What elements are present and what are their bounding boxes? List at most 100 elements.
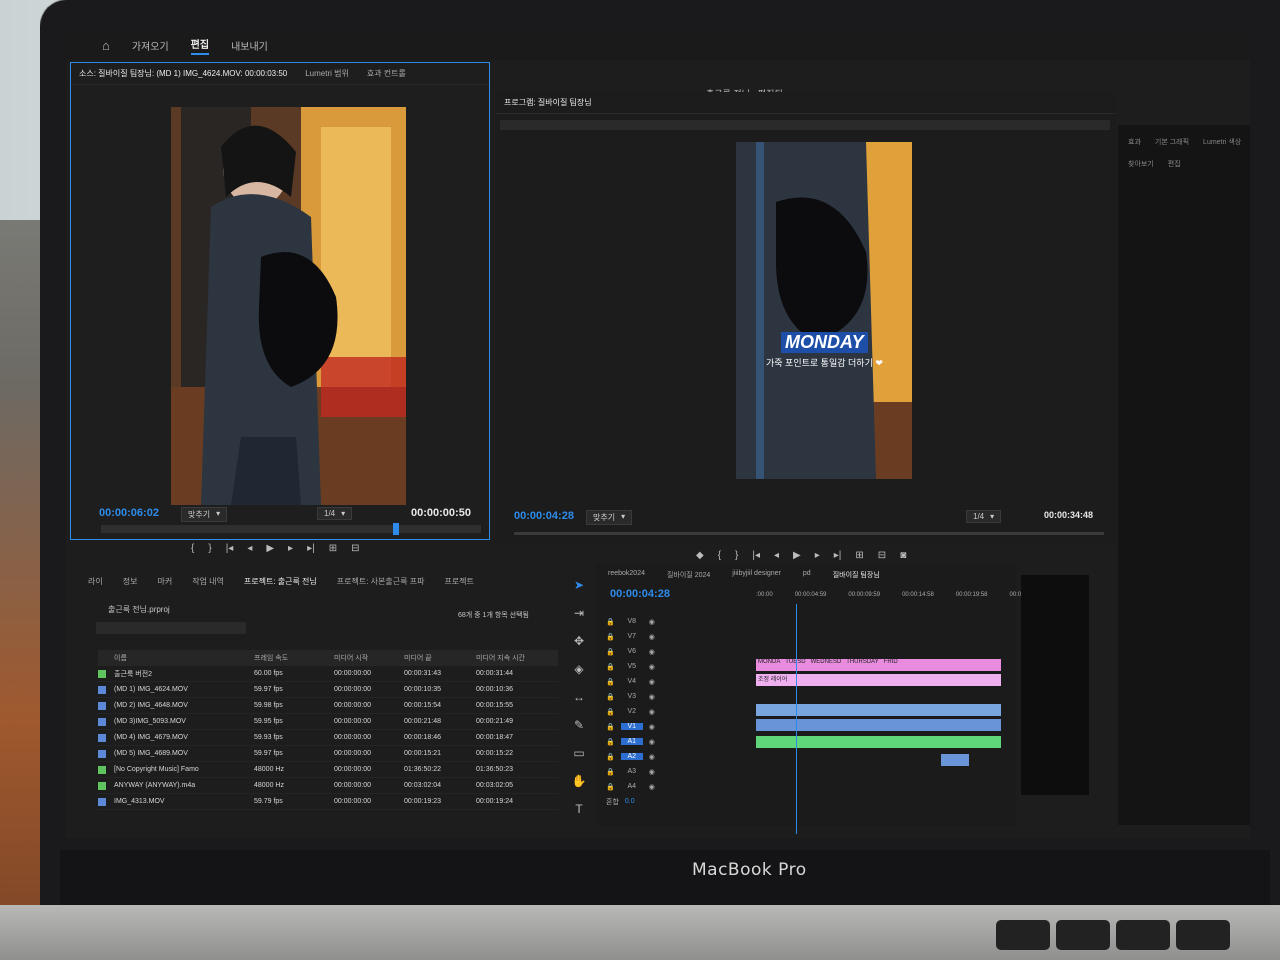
clip-adjustment-layer[interactable]: 조정 레이어 bbox=[756, 674, 1001, 686]
camera-icon[interactable]: ◙ bbox=[900, 550, 906, 561]
track-header[interactable]: 🔒 V4 ◉ bbox=[606, 674, 756, 689]
track-header[interactable]: 🔒 A2 ◉ bbox=[606, 749, 756, 764]
track-header[interactable]: 🔒 V3 ◉ bbox=[606, 689, 756, 704]
clip-day-titles[interactable]: MONDA TUESD WEDNESD THURSDAY FRID bbox=[756, 659, 1001, 671]
insert-icon[interactable]: ⊞ bbox=[329, 543, 337, 554]
tab-source[interactable]: 소스: 질바이질 팀장님: (MD 1) IMG_4624.MOV: 00:00… bbox=[79, 68, 287, 79]
program-fit-select[interactable]: 맞추기 ▾ bbox=[586, 510, 633, 525]
source-scrubber[interactable] bbox=[101, 523, 481, 535]
tab-lumetri-scopes[interactable]: Lumetri 범위 bbox=[305, 68, 349, 79]
selection-tool-icon[interactable]: ➤ bbox=[574, 578, 584, 592]
lock-icon[interactable]: 🔒 bbox=[606, 753, 615, 761]
table-row[interactable]: (MD 1) IMG_4624.MOV 59.97 fps 00:00:00:0… bbox=[98, 682, 558, 698]
eye-icon[interactable]: ◉ bbox=[649, 618, 655, 626]
hand-icon[interactable]: ✋ bbox=[572, 774, 587, 788]
tab-essential-graphics[interactable]: 기본 그래픽 bbox=[1155, 137, 1189, 147]
tab-project-more[interactable]: 프로젝트 bbox=[444, 576, 473, 587]
program-ratio-select[interactable]: 1/4 ▾ bbox=[966, 510, 1002, 523]
mix-track[interactable]: 혼합 0.0 bbox=[606, 794, 756, 809]
mark-in-icon[interactable]: { bbox=[718, 550, 721, 561]
tab-project-copy[interactable]: 프로젝트: 사본출근룩 프파 bbox=[337, 576, 425, 587]
source-monitor[interactable]: 소스: 질바이질 팀장님: (MD 1) IMG_4624.MOV: 00:00… bbox=[70, 62, 490, 554]
source-fit-select[interactable]: 맞추기 ▾ bbox=[181, 507, 228, 522]
step-forward-icon[interactable]: ▸ bbox=[288, 543, 293, 554]
project-search-input[interactable] bbox=[96, 622, 246, 634]
ripple-edit-icon[interactable]: ✥ bbox=[574, 634, 584, 648]
mark-out-icon[interactable]: } bbox=[208, 543, 211, 554]
track-label[interactable]: A1 bbox=[620, 738, 643, 745]
table-row[interactable]: 출근룩 버전2 60.00 fps 00:00:00:00 00:00:31:4… bbox=[98, 666, 558, 682]
column-end[interactable]: 미디어 끝 bbox=[404, 653, 476, 663]
tab-sequence-2[interactable]: 질바이질 2024 bbox=[667, 570, 710, 580]
pen-icon[interactable]: ✎ bbox=[574, 718, 584, 732]
lift-icon[interactable]: ⊞ bbox=[855, 550, 863, 561]
track-label[interactable]: V5 bbox=[621, 663, 643, 670]
column-duration[interactable]: 미디어 지속 시간 bbox=[476, 653, 548, 663]
table-row[interactable]: (MD 3)IMG_5093.MOV 59.95 fps 00:00:00:00… bbox=[98, 714, 558, 730]
tab-sequence-1[interactable]: reebok2024 bbox=[608, 570, 645, 580]
tab-program[interactable]: 프로그램: 질바이질 팀장님 bbox=[504, 97, 592, 108]
track-label[interactable]: A4 bbox=[621, 783, 643, 790]
tab-library[interactable]: 라이 bbox=[88, 576, 103, 587]
extract-icon[interactable]: ⊟ bbox=[878, 550, 886, 561]
track-header[interactable]: 🔒 V1 ◉ bbox=[606, 719, 756, 734]
play-icon[interactable]: ▶ bbox=[266, 543, 274, 554]
track-label[interactable]: V2 bbox=[621, 708, 643, 715]
eye-icon[interactable]: ◉ bbox=[649, 738, 655, 746]
lock-icon[interactable]: 🔒 bbox=[606, 678, 615, 686]
lock-icon[interactable]: 🔒 bbox=[606, 618, 615, 626]
table-row[interactable]: [No Copyright Music] Famo 48000 Hz 00:00… bbox=[98, 762, 558, 778]
tab-project-main[interactable]: 프로젝트: 출근룩 전님 bbox=[244, 576, 317, 587]
lock-icon[interactable]: 🔒 bbox=[606, 663, 615, 671]
home-icon[interactable]: ⌂ bbox=[102, 38, 110, 53]
lock-icon[interactable]: 🔒 bbox=[606, 738, 615, 746]
eye-icon[interactable]: ◉ bbox=[649, 678, 655, 686]
column-fps[interactable]: 프레임 속도 bbox=[254, 653, 334, 663]
tab-sequence-5[interactable]: 질바이질 팀장님 bbox=[833, 570, 880, 580]
clip-v2[interactable] bbox=[756, 704, 1001, 716]
track-header[interactable]: 🔒 V5 ◉ bbox=[606, 659, 756, 674]
lock-icon[interactable]: 🔒 bbox=[606, 783, 615, 791]
source-timecode-out[interactable]: 00:00:00:50 bbox=[411, 507, 471, 519]
eye-icon[interactable]: ◉ bbox=[649, 783, 655, 791]
program-scrubber[interactable] bbox=[514, 532, 1104, 535]
track-label[interactable]: A3 bbox=[621, 768, 643, 775]
rectangle-icon[interactable]: ▭ bbox=[573, 746, 584, 760]
go-to-in-icon[interactable]: |◂ bbox=[752, 550, 760, 561]
tab-sequence-3[interactable]: jiiibyjiil designer bbox=[732, 570, 781, 580]
menu-export[interactable]: 내보내기 bbox=[231, 38, 268, 53]
source-ratio-select[interactable]: 1/4 ▾ bbox=[317, 507, 353, 520]
tab-effect-controls[interactable]: 효과 컨트롤 bbox=[367, 68, 406, 79]
track-header[interactable]: 🔒 V7 ◉ bbox=[606, 629, 756, 644]
column-name[interactable]: 이름 bbox=[114, 653, 254, 663]
table-row[interactable]: (MD 5) IMG_4689.MOV 59.97 fps 00:00:00:0… bbox=[98, 746, 558, 762]
table-row[interactable]: (MD 2) IMG_4648.MOV 59.98 fps 00:00:00:0… bbox=[98, 698, 558, 714]
eye-icon[interactable]: ◉ bbox=[649, 693, 655, 701]
play-icon[interactable]: ▶ bbox=[793, 550, 801, 561]
table-row[interactable]: IMG_4313.MOV 59.79 fps 00:00:00:00 00:00… bbox=[98, 794, 558, 810]
track-header[interactable]: 🔒 V6 ◉ bbox=[606, 644, 756, 659]
mark-out-icon[interactable]: } bbox=[735, 550, 738, 561]
tab-edit[interactable]: 편집 bbox=[1168, 159, 1181, 169]
step-forward-icon[interactable]: ▸ bbox=[815, 550, 820, 561]
track-label[interactable]: V7 bbox=[621, 633, 643, 640]
tab-markers[interactable]: 마커 bbox=[157, 576, 172, 587]
clip-v1[interactable] bbox=[756, 719, 1001, 731]
source-playhead[interactable] bbox=[393, 523, 399, 535]
tab-sequence-4[interactable]: pd bbox=[803, 570, 811, 580]
mark-in-icon[interactable]: { bbox=[191, 543, 194, 554]
track-header[interactable]: 🔒 A3 ◉ bbox=[606, 764, 756, 779]
tab-effects[interactable]: 효과 bbox=[1128, 137, 1141, 147]
tab-history[interactable]: 작업 내역 bbox=[192, 576, 224, 587]
track-label[interactable]: V6 bbox=[621, 648, 643, 655]
timeline-playhead[interactable] bbox=[796, 604, 797, 834]
eye-icon[interactable]: ◉ bbox=[649, 708, 655, 716]
program-timecode[interactable]: 00:00:04:28 bbox=[514, 510, 574, 522]
go-to-out-icon[interactable]: ▸| bbox=[307, 543, 315, 554]
tab-info[interactable]: 정보 bbox=[123, 576, 138, 587]
timeline-timecode[interactable]: 00:00:04:28 bbox=[610, 588, 670, 600]
go-to-in-icon[interactable]: |◂ bbox=[226, 543, 234, 554]
program-timecode-end[interactable]: 00:00:34:48 bbox=[1044, 510, 1093, 520]
eye-icon[interactable]: ◉ bbox=[649, 768, 655, 776]
track-label[interactable]: V1 bbox=[620, 723, 643, 730]
